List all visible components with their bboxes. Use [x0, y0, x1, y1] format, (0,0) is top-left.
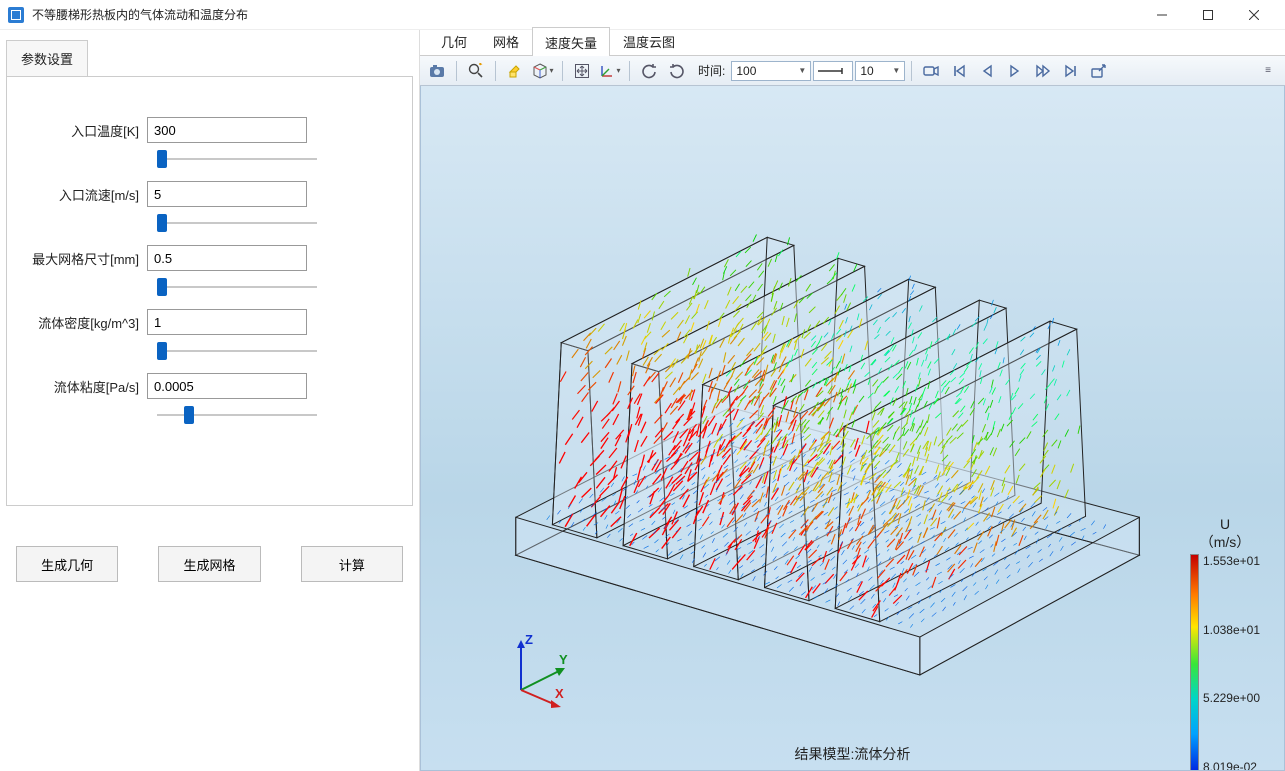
colorbar-tick: 5.229e+00 — [1203, 691, 1260, 705]
time-dropdown[interactable]: 100▼ — [731, 61, 811, 81]
rotate-ccw-icon[interactable] — [636, 59, 662, 83]
line-width-input[interactable]: 10▼ — [855, 61, 905, 81]
rotate-cw-icon[interactable] — [664, 59, 690, 83]
tab-mesh[interactable]: 网格 — [480, 26, 532, 55]
svg-text:X: X — [555, 686, 564, 701]
line-width-value: 10 — [860, 64, 873, 78]
time-value: 100 — [736, 64, 756, 78]
more-icon[interactable]: ≡ — [1255, 59, 1281, 83]
generate-mesh-button[interactable]: 生成网格 — [158, 546, 260, 582]
maximize-button[interactable] — [1185, 0, 1231, 30]
colorbar-tick: 1.553e+01 — [1203, 554, 1260, 568]
params-frame: 入口温度[K] 入口流速[m/s] 最大网格尺寸[mm] 流体密度[kg/m^3… — [6, 76, 413, 506]
orientation-triad: Z Y X — [501, 630, 581, 710]
time-label: 时间: — [698, 62, 725, 79]
fluid-density-slider[interactable] — [157, 350, 317, 352]
view-tabs: 几何 网格 速度矢量 温度云图 — [420, 30, 1285, 56]
record-icon[interactable] — [918, 59, 944, 83]
param-label: 流体密度[kg/m^3] — [27, 313, 147, 332]
highlight-icon[interactable] — [502, 59, 528, 83]
tab-temperature-contour[interactable]: 温度云图 — [610, 26, 688, 55]
max-mesh-size-input[interactable] — [147, 245, 307, 271]
right-panel: 几何 网格 速度矢量 温度云图 ▾ ▾ 时间: 100▼ 10▼ — [420, 30, 1285, 771]
colorbar-gradient — [1190, 554, 1199, 771]
inlet-velocity-input[interactable] — [147, 181, 307, 207]
tab-geometry[interactable]: 几何 — [428, 26, 480, 55]
max-mesh-size-slider[interactable] — [157, 286, 317, 288]
axes-style-icon[interactable]: ▾ — [597, 59, 623, 83]
app-icon — [8, 7, 24, 23]
view-toolbar: ▾ ▾ 时间: 100▼ 10▼ ≡ — [420, 56, 1285, 86]
cube-style-icon[interactable]: ▾ — [530, 59, 556, 83]
param-label: 入口流速[m/s] — [27, 185, 147, 204]
left-panel: 参数设置 入口温度[K] 入口流速[m/s] 最大网格尺寸[mm] — [0, 30, 420, 771]
play-icon[interactable] — [1002, 59, 1028, 83]
fit-view-icon[interactable] — [569, 59, 595, 83]
colorbar-title: U — [1190, 516, 1260, 532]
window-title: 不等腰梯形热板内的气体流动和温度分布 — [32, 6, 248, 23]
result-caption: 结果模型:流体分析 — [421, 744, 1284, 764]
step-back-icon[interactable] — [974, 59, 1000, 83]
minimize-button[interactable] — [1139, 0, 1185, 30]
param-label: 最大网格尺寸[mm] — [27, 249, 147, 268]
generate-geometry-button[interactable]: 生成几何 — [16, 546, 118, 582]
colorbar-unit: （m/s） — [1190, 532, 1260, 552]
compute-button[interactable]: 计算 — [301, 546, 403, 582]
inlet-velocity-slider[interactable] — [157, 222, 317, 224]
viewport-3d[interactable]: Z Y X U （m/s） 1.553e+01 1.038e+01 5.229e… — [420, 86, 1285, 771]
svg-text:Y: Y — [559, 652, 568, 667]
zoom-icon[interactable] — [463, 59, 489, 83]
param-label: 流体粘度[Pa/s] — [27, 377, 147, 396]
step-forward-icon[interactable] — [1030, 59, 1056, 83]
param-label: 入口温度[K] — [27, 121, 147, 140]
inlet-temperature-input[interactable] — [147, 117, 307, 143]
skip-last-icon[interactable] — [1058, 59, 1084, 83]
tab-velocity-vector[interactable]: 速度矢量 — [532, 27, 610, 56]
line-style-dropdown[interactable] — [813, 61, 853, 81]
colorbar: U （m/s） 1.553e+01 1.038e+01 5.229e+00 8.… — [1190, 516, 1260, 771]
fluid-viscosity-input[interactable] — [147, 373, 307, 399]
export-icon[interactable] — [1086, 59, 1112, 83]
svg-text:Z: Z — [525, 632, 533, 647]
params-tab[interactable]: 参数设置 — [6, 40, 88, 77]
inlet-temperature-slider[interactable] — [157, 158, 317, 160]
camera-icon[interactable] — [424, 59, 450, 83]
close-button[interactable] — [1231, 0, 1277, 30]
colorbar-tick: 1.038e+01 — [1203, 623, 1260, 637]
fluid-density-input[interactable] — [147, 309, 307, 335]
fluid-viscosity-slider[interactable] — [157, 414, 317, 416]
skip-first-icon[interactable] — [946, 59, 972, 83]
